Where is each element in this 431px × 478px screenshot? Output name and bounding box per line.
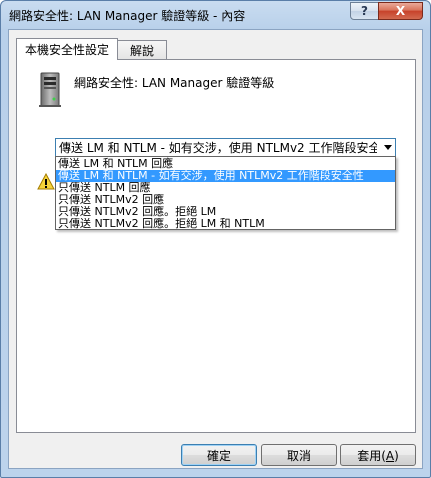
tab-panel: 網路安全性: LAN Manager 驗證等級 傳送 LM 和 NTLM - 如… xyxy=(16,59,416,433)
dropdown-option[interactable]: 傳送 LM 和 NTLM 回應 xyxy=(56,157,395,170)
cancel-button-label: 取消 xyxy=(286,448,311,463)
apply-access-key: A xyxy=(385,448,395,463)
warning-icon xyxy=(37,173,55,190)
auth-level-dropdown[interactable]: 傳送 LM 和 NTLM - 如有交涉，使用 NTLMv2 工作階段安全性 xyxy=(55,138,396,157)
chevron-down-icon[interactable] xyxy=(384,145,392,150)
dropdown-option[interactable]: 只傳送 NTLMv2 回應。拒絕 LM 和 NTLM xyxy=(56,218,395,230)
policy-heading: 網路安全性: LAN Manager 驗證等級 xyxy=(74,76,275,90)
close-icon: X xyxy=(395,4,406,18)
dropdown-option[interactable]: 只傳送 NTLM 回應 xyxy=(56,182,395,194)
ok-button-label: 確定 xyxy=(206,448,231,463)
apply-label-suffix: ) xyxy=(394,448,399,463)
apply-label-prefix: 套用( xyxy=(357,448,386,463)
properties-window: 網路安全性: LAN Manager 驗證等級 - 內容 ? X 本機安全性設定… xyxy=(0,0,431,478)
tab-label: 本機安全性設定 xyxy=(24,43,109,57)
dropdown-option[interactable]: 只傳送 NTLMv2 回應 xyxy=(56,194,395,206)
dropdown-option[interactable]: 只傳送 NTLMv2 回應。拒絕 LM xyxy=(56,206,395,218)
dropdown-list[interactable]: 傳送 LM 和 NTLM 回應 傳送 LM 和 NTLM - 如有交涉，使用 N… xyxy=(55,156,396,230)
window-title: 網路安全性: LAN Manager 驗證等級 - 內容 xyxy=(9,9,246,23)
dropdown-option-selected[interactable]: 傳送 LM 和 NTLM - 如有交涉，使用 NTLMv2 工作階段安全性 xyxy=(56,170,395,182)
tab-explain[interactable]: 解說 xyxy=(117,40,167,60)
dialog-client-area: 本機安全性設定 解說 網路安全性: LAN Manager 驗證等級 傳送 LM… xyxy=(8,29,423,469)
tab-local-security-setting[interactable]: 本機安全性設定 xyxy=(16,38,118,60)
cancel-button[interactable]: 取消 xyxy=(261,444,337,466)
title-bar[interactable]: 網路安全性: LAN Manager 驗證等級 - 內容 ? X xyxy=(1,1,430,29)
server-icon xyxy=(39,72,61,107)
help-button[interactable]: ? xyxy=(350,2,379,20)
dropdown-selected-value: 傳送 LM 和 NTLM - 如有交涉，使用 NTLMv2 工作階段安全性 xyxy=(59,141,377,155)
ok-button[interactable]: 確定 xyxy=(181,444,257,466)
apply-button[interactable]: 套用(A) xyxy=(340,444,416,466)
help-icon: ? xyxy=(361,4,368,18)
close-button[interactable]: X xyxy=(378,2,423,20)
tab-label: 解說 xyxy=(129,44,154,58)
apply-button-label: 套用(A) xyxy=(357,447,399,464)
